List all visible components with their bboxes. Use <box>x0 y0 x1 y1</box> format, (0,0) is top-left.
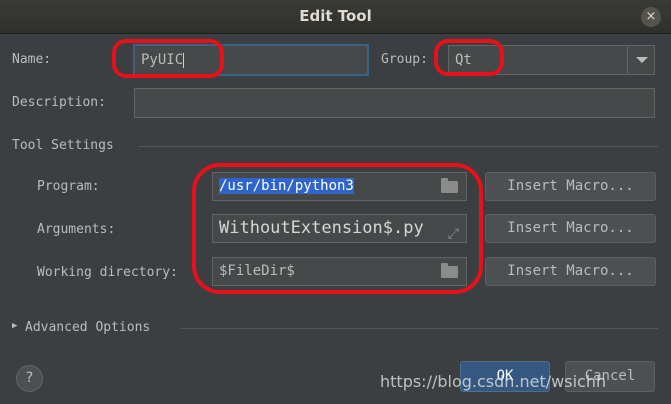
program-insert-macro-button[interactable]: Insert Macro... <box>485 172 656 201</box>
name-field[interactable]: PyUIC <box>133 44 369 76</box>
working-directory-value: $FileDir$ <box>219 263 295 279</box>
section-separator <box>138 146 658 147</box>
program-label: Program: <box>37 179 100 194</box>
arguments-label: Arguments: <box>37 222 116 237</box>
cancel-button[interactable]: Cancel <box>565 361 655 392</box>
description-label: Description: <box>12 95 106 110</box>
text-caret <box>183 52 185 68</box>
working-directory-field[interactable]: $FileDir$ <box>212 257 467 286</box>
dropdown-arrow-icon[interactable] <box>627 45 655 75</box>
group-label: Group: <box>381 52 428 67</box>
ok-button[interactable]: OK <box>460 361 550 392</box>
name-label: Name: <box>12 52 52 67</box>
help-icon[interactable]: ? <box>16 365 43 392</box>
description-field[interactable] <box>134 88 655 118</box>
group-combobox[interactable]: Qt <box>448 45 655 75</box>
close-icon[interactable]: × <box>641 7 661 27</box>
arguments-value: WithoutExtension$.py <box>219 218 424 238</box>
folder-icon[interactable] <box>441 263 458 278</box>
program-value: /usr/bin/python3 <box>219 178 354 194</box>
expand-arrow-icon[interactable]: ▶ <box>12 321 17 331</box>
tool-settings-heading: Tool Settings <box>12 138 114 153</box>
group-value: Qt <box>455 52 472 68</box>
title-bar: Edit Tool × <box>0 0 671 34</box>
working-directory-label: Working directory: <box>37 265 178 280</box>
program-field[interactable]: /usr/bin/python3 <box>212 172 467 201</box>
working-directory-insert-macro-button[interactable]: Insert Macro... <box>485 257 656 286</box>
arguments-insert-macro-button[interactable]: Insert Macro... <box>485 214 656 243</box>
dialog-title: Edit Tool <box>299 7 372 25</box>
name-value: PyUIC <box>141 52 184 68</box>
advanced-separator <box>180 328 658 329</box>
arguments-field[interactable]: WithoutExtension$.py ⤢ <box>212 214 467 243</box>
advanced-options-toggle[interactable]: Advanced Options <box>25 320 150 335</box>
expand-icon[interactable]: ⤢ <box>448 221 459 242</box>
folder-icon[interactable] <box>441 178 458 193</box>
